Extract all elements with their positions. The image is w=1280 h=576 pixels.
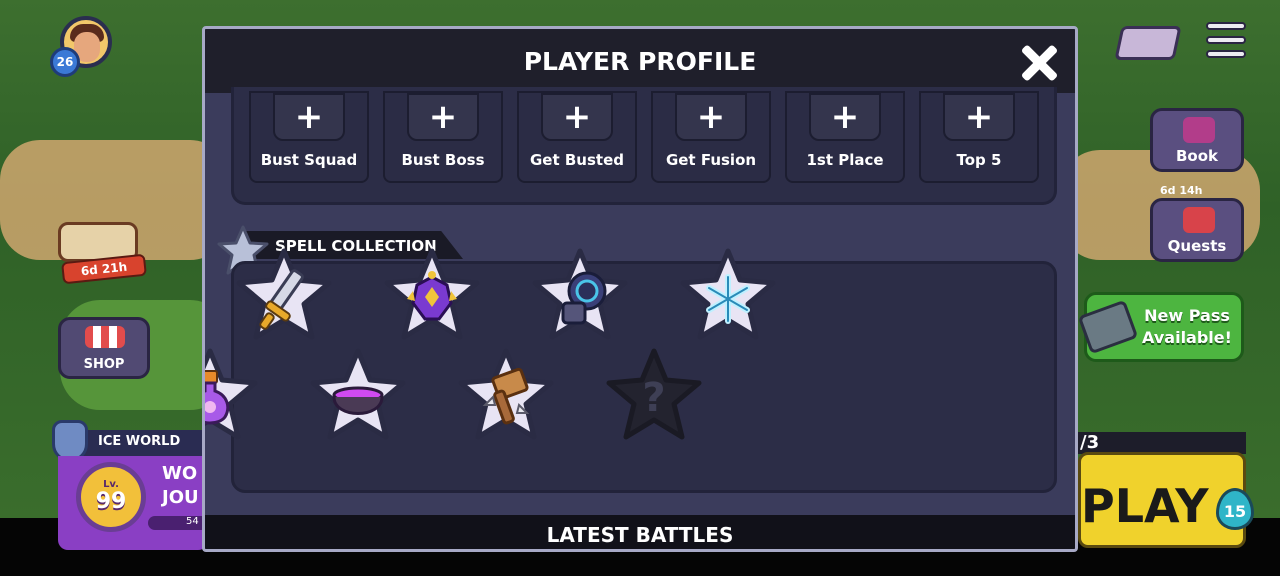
spiked-bomb-icon[interactable]: [379, 247, 485, 351]
achievement-label: Get Busted: [530, 151, 624, 169]
modal-header: PLAYER PROFILE: [205, 29, 1075, 93]
plus-icon[interactable]: +: [943, 93, 1015, 141]
achievement-label: Top 5: [956, 151, 1002, 169]
book-label: Book: [1175, 147, 1219, 165]
close-icon[interactable]: [1017, 41, 1061, 85]
new-pass-button[interactable]: New Pass Available!: [1077, 292, 1244, 362]
new-pass-label: New Pass Available!: [1142, 306, 1232, 347]
plus-icon[interactable]: +: [273, 93, 345, 141]
sword-icon[interactable]: [231, 247, 337, 351]
world-title-line2: JOU: [162, 487, 199, 508]
book-button[interactable]: Book: [1150, 108, 1244, 172]
shop-label: SHOP: [83, 357, 125, 372]
world-panel[interactable]: ICE WORLD Lv. 99 WO JOU 54: [52, 420, 208, 550]
plus-icon[interactable]: +: [541, 93, 613, 141]
plus-icon[interactable]: +: [407, 93, 479, 141]
cannon-icon[interactable]: [527, 247, 633, 351]
achievement-card[interactable]: + Bust Boss: [383, 91, 503, 183]
plus-icon[interactable]: +: [809, 93, 881, 141]
achievement-label: Get Fusion: [665, 151, 757, 169]
energy-count: 15: [1223, 502, 1247, 521]
quests-icon: [1183, 207, 1215, 233]
cauldron-icon[interactable]: [305, 347, 411, 451]
achievement-label: 1st Place: [806, 151, 884, 169]
ticket-icon[interactable]: [1114, 26, 1182, 60]
plus-icon[interactable]: +: [675, 93, 747, 141]
spiked-hammer-icon[interactable]: [453, 347, 559, 451]
world-xp-text: 54: [186, 516, 199, 527]
quests-button[interactable]: Quests: [1150, 198, 1244, 262]
latest-battles-header[interactable]: LATEST BATTLES: [205, 515, 1075, 549]
book-icon: [1183, 117, 1215, 143]
energy-counter: 15: [1210, 486, 1260, 536]
shop-icon: [85, 326, 125, 348]
achievement-card[interactable]: + Get Busted: [517, 91, 637, 183]
menu-icon[interactable]: [1206, 22, 1246, 62]
achievement-card[interactable]: + Top 5: [919, 91, 1039, 183]
achievement-card[interactable]: +1st Place: [785, 91, 905, 183]
world-title: WO JOU: [162, 462, 199, 510]
world-xp-bar: [148, 516, 208, 530]
locked-question-icon[interactable]: ?: [601, 347, 707, 451]
player-profile-modal: PLAYER PROFILE + Bust Squad + Bust Boss + Get…: [202, 26, 1078, 552]
achievement-card[interactable]: + Get Fusion: [651, 91, 771, 183]
achievement-card[interactable]: + Bust Squad: [249, 91, 369, 183]
snowflake-icon[interactable]: [675, 247, 781, 351]
world-level: 99: [95, 489, 127, 514]
play-progress: /3: [1078, 432, 1246, 454]
question-mark: ?: [642, 375, 666, 421]
world-name: ICE WORLD: [98, 434, 181, 449]
pass-gem-icon: [1077, 299, 1139, 355]
latest-battles-title: LATEST BATTLES: [546, 523, 734, 547]
potion-icon[interactable]: [205, 347, 263, 451]
player-level-badge: 26: [50, 47, 80, 77]
modal-title: PLAYER PROFILE: [523, 47, 757, 76]
world-level-ring: Lv. 99: [76, 462, 146, 532]
shop-button[interactable]: SHOP: [58, 317, 150, 379]
play-label: PLAY: [1081, 479, 1209, 533]
achievement-label: Bust Boss: [401, 151, 485, 169]
quests-timer: 6d 14h: [1160, 184, 1203, 197]
world-title-line1: WO: [162, 463, 198, 484]
quests-label: Quests: [1167, 237, 1227, 255]
achievement-label: Bust Squad: [260, 151, 358, 169]
